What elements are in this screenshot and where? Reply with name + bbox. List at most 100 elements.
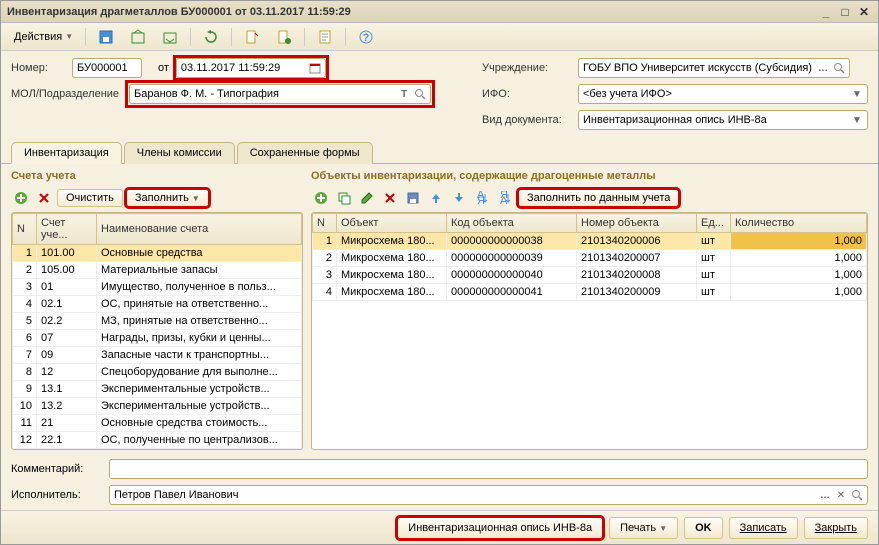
table-row[interactable]: 2 Микросхема 180... 000000000000039 2101… — [313, 250, 867, 267]
sort-asc-icon[interactable]: AЯ — [472, 188, 492, 208]
move-down-icon[interactable] — [449, 188, 469, 208]
table-row[interactable]: 7 09 Запасные части к транспортны... — [13, 347, 302, 364]
svg-text:A: A — [500, 195, 508, 205]
col-code[interactable]: Код объекта — [447, 214, 577, 233]
accounts-grid[interactable]: N Счет уче... Наименование счета 1 101.0… — [11, 212, 303, 450]
ifo-select[interactable]: <без учета ИФО> ▼ — [578, 84, 868, 104]
ellipsis-icon[interactable]: … — [815, 60, 831, 76]
table-row[interactable]: 4 Микросхема 180... 000000000000041 2101… — [313, 284, 867, 301]
close-button[interactable]: ✕ — [856, 5, 872, 19]
toolbar-icon-6[interactable] — [310, 25, 340, 49]
select-type-icon[interactable]: T — [396, 86, 412, 102]
col-account[interactable]: Счет уче... — [37, 214, 97, 245]
toolbar-icon-4[interactable] — [237, 25, 267, 49]
institution-input[interactable]: ГОБУ ВПО Университет искусств (Субсидия)… — [578, 58, 850, 78]
refresh-icon[interactable] — [196, 25, 226, 49]
save-button[interactable]: Записать — [729, 517, 798, 539]
ok-button[interactable]: OK — [684, 517, 723, 539]
toolbar-icon-5[interactable] — [269, 25, 299, 49]
mol-input[interactable]: Баранов Ф. М. - Типография T — [129, 84, 431, 104]
objects-toolbar: AЯ ЯA Заполнить по данным учета — [311, 186, 868, 210]
copy-icon[interactable] — [334, 188, 354, 208]
print-button[interactable]: Печать ▼ — [609, 517, 678, 539]
col-number[interactable]: Номер объекта — [577, 214, 697, 233]
accounts-toolbar: Очистить Заполнить ▼ — [11, 186, 303, 210]
table-row[interactable]: 9 13.1 Экспериментальные устройств... — [13, 381, 302, 398]
cell-code: 000000000000039 — [447, 250, 577, 267]
separator — [345, 28, 346, 46]
doctype-select[interactable]: Инвентаризационная опись ИНВ-8а ▼ — [578, 110, 868, 130]
col-n[interactable]: N — [13, 214, 37, 245]
fill-from-data-button[interactable]: Заполнить по данным учета — [518, 189, 679, 207]
table-row[interactable]: 3 Микросхема 180... 000000000000040 2101… — [313, 267, 867, 284]
actions-menu[interactable]: Действия ▼ — [7, 27, 80, 47]
fill-button[interactable]: Заполнить ▼ — [126, 189, 209, 207]
clear-button[interactable]: Очистить — [57, 189, 123, 207]
clear-icon[interactable]: ✕ — [833, 487, 849, 503]
search-icon[interactable] — [831, 60, 847, 76]
col-n[interactable]: N — [313, 214, 337, 233]
delete-icon[interactable] — [380, 188, 400, 208]
cell-name: ОС, полученные по централизов... — [97, 432, 302, 449]
executor-input[interactable]: Петров Павел Иванович … ✕ — [109, 485, 868, 505]
table-row[interactable]: 1 Микросхема 180... 000000000000038 2101… — [313, 233, 867, 250]
table-row[interactable]: 13 22.2 МЗ, полученные по централизов... — [13, 449, 302, 451]
toolbar-icon-3[interactable] — [155, 25, 185, 49]
cell-n: 10 — [13, 398, 37, 415]
cell-account: 02.1 — [37, 296, 97, 313]
objects-grid[interactable]: N Объект Код объекта Номер объекта Ед...… — [311, 212, 868, 450]
minimize-button[interactable]: _ — [818, 5, 834, 19]
col-object[interactable]: Объект — [337, 214, 447, 233]
delete-icon[interactable] — [34, 188, 54, 208]
toolbar-icon-2[interactable] — [123, 25, 153, 49]
col-name[interactable]: Наименование счета — [97, 214, 302, 245]
close-button[interactable]: Закрыть — [804, 517, 868, 539]
tab-inventory[interactable]: Инвентаризация — [11, 142, 122, 164]
add-icon[interactable] — [311, 188, 331, 208]
search-icon[interactable] — [849, 487, 865, 503]
help-icon[interactable]: ? — [351, 25, 381, 49]
ellipsis-icon[interactable]: … — [817, 487, 833, 503]
table-row[interactable]: 2 105.00 Материальные запасы — [13, 262, 302, 279]
move-up-icon[interactable] — [426, 188, 446, 208]
cell-account: 22.1 — [37, 432, 97, 449]
table-row[interactable]: 1 101.00 Основные средства — [13, 245, 302, 262]
add-icon[interactable] — [11, 188, 31, 208]
window-title: Инвентаризация драгметаллов БУ000001 от … — [7, 6, 815, 18]
maximize-button[interactable]: □ — [837, 5, 853, 19]
cell-num: 2101340200006 — [577, 233, 697, 250]
calendar-icon[interactable] — [307, 60, 323, 76]
tab-commission[interactable]: Члены комиссии — [124, 142, 235, 164]
cell-qty: 1,000 — [731, 267, 867, 284]
col-qty[interactable]: Количество — [731, 214, 867, 233]
table-row[interactable]: 5 02.2 МЗ, принятые на ответственно... — [13, 313, 302, 330]
from-label: от — [158, 62, 169, 74]
objects-pane: Объекты инвентаризации, содержащие драго… — [311, 170, 868, 450]
cell-account: 12 — [37, 364, 97, 381]
search-icon[interactable] — [412, 86, 428, 102]
table-row[interactable]: 6 07 Награды, призы, кубки и ценны... — [13, 330, 302, 347]
chevron-down-icon[interactable]: ▼ — [849, 86, 865, 102]
table-row[interactable]: 10 13.2 Экспериментальные устройств... — [13, 398, 302, 415]
edit-icon[interactable] — [357, 188, 377, 208]
print-label: Печать — [620, 522, 656, 534]
tab-saved-forms[interactable]: Сохраненные формы — [237, 142, 373, 164]
cell-num: 2101340200008 — [577, 267, 697, 284]
sort-desc-icon[interactable]: ЯA — [495, 188, 515, 208]
cell-num: 2101340200009 — [577, 284, 697, 301]
table-row[interactable]: 8 12 Спецоборудование для выполне... — [13, 364, 302, 381]
chevron-down-icon[interactable]: ▼ — [849, 112, 865, 128]
toolbar-icon-1[interactable] — [91, 25, 121, 49]
table-row[interactable]: 11 21 Основные средства стоимость... — [13, 415, 302, 432]
cell-account: 13.2 — [37, 398, 97, 415]
col-unit[interactable]: Ед... — [697, 214, 731, 233]
comment-input[interactable] — [109, 459, 868, 479]
table-row[interactable]: 3 01 Имущество, полученное в польз... — [13, 279, 302, 296]
save-icon[interactable] — [403, 188, 423, 208]
table-row[interactable]: 12 22.1 ОС, полученные по централизов... — [13, 432, 302, 449]
cell-n: 9 — [13, 381, 37, 398]
date-input[interactable]: 03.11.2017 11:59:29 — [176, 58, 326, 78]
report-button[interactable]: Инвентаризационная опись ИНВ-8а — [397, 517, 603, 539]
table-row[interactable]: 4 02.1 ОС, принятые на ответственно... — [13, 296, 302, 313]
number-input[interactable]: БУ000001 — [72, 58, 142, 78]
